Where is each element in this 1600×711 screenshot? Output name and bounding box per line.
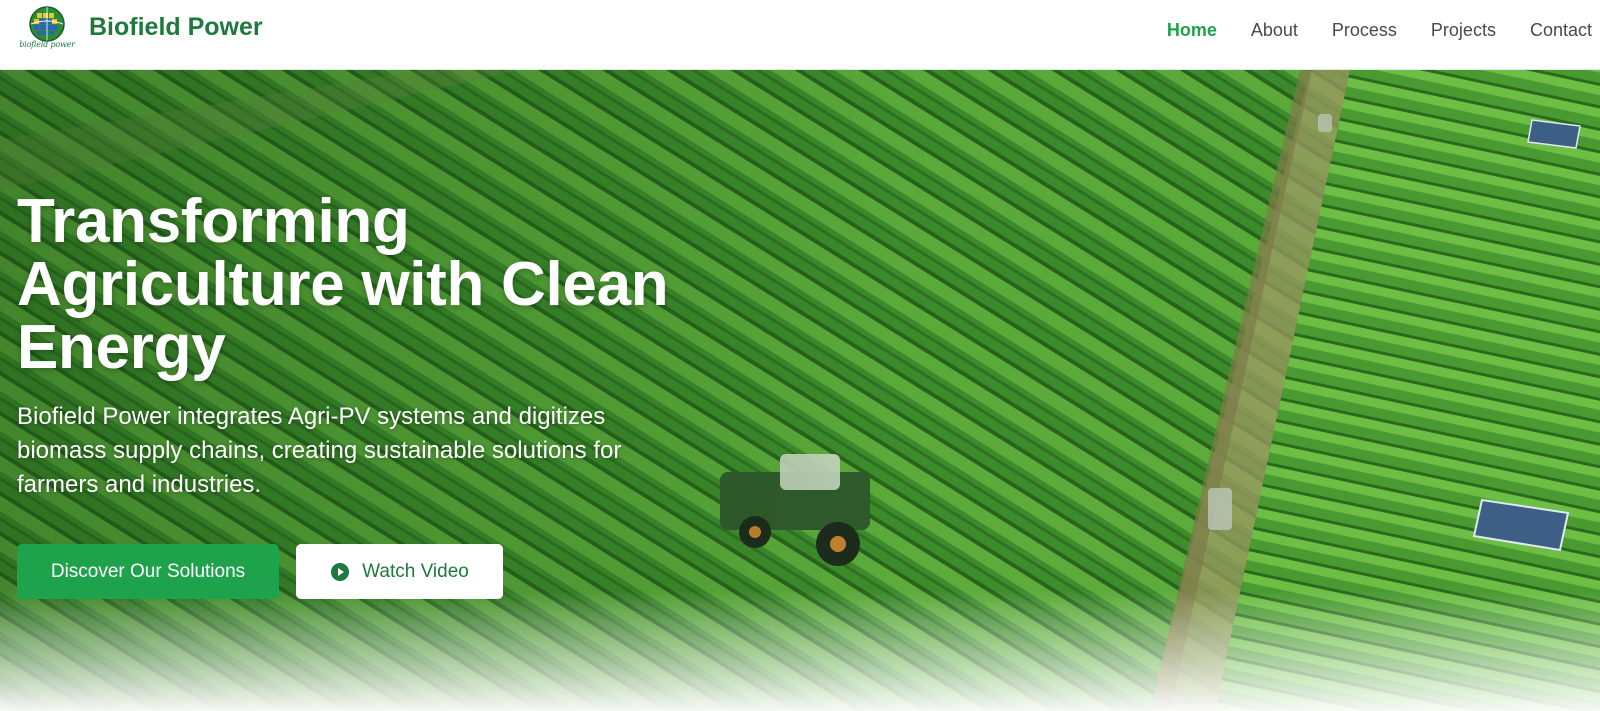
nav-process-link[interactable]: Process xyxy=(1332,18,1397,42)
discover-solutions-button[interactable]: Discover Our Solutions xyxy=(17,544,279,599)
nav-home-link[interactable]: Home xyxy=(1167,18,1217,42)
logo-wordmark: biofield power xyxy=(19,40,75,49)
site-header: biofield power Biofield Power Home About… xyxy=(0,0,1600,70)
hero-headline: Transforming Agriculture with Clean Ener… xyxy=(17,187,669,382)
nav-contact-link[interactable]: Contact xyxy=(1530,18,1592,42)
play-circle-icon xyxy=(331,562,350,581)
discover-solutions-label: Discover Our Solutions xyxy=(50,560,246,582)
nav-projects-link[interactable]: Projects xyxy=(1431,18,1496,42)
brand-name[interactable]: Biofield Power xyxy=(89,13,263,42)
watch-video-label: Watch Video xyxy=(362,560,469,582)
hero-subtext: Biofield Power integrates Agri-PV system… xyxy=(17,403,622,498)
hero-bottom-fade xyxy=(0,591,1600,711)
globe-logo-icon xyxy=(29,6,65,42)
watch-video-button[interactable]: Watch Video xyxy=(296,544,503,599)
nav-about-link[interactable]: About xyxy=(1251,18,1298,42)
main-nav: Home About Process Projects Contact xyxy=(1133,18,1592,42)
hero-section: Transforming Agriculture with Clean Ener… xyxy=(0,70,1600,711)
